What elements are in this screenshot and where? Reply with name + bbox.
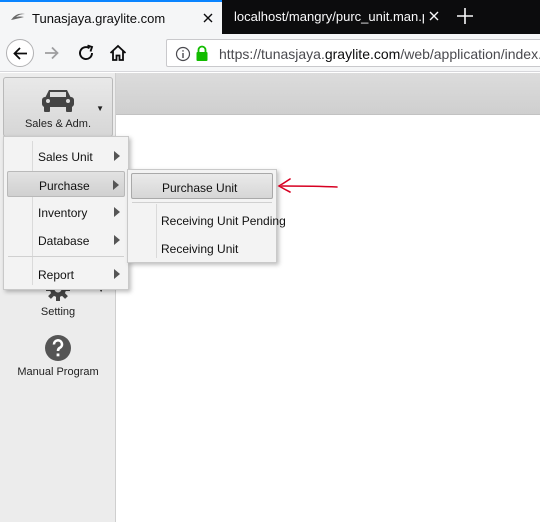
tab-localhost[interactable]: localhost/mangry/purc_unit.man.p bbox=[224, 0, 448, 34]
menu-separator bbox=[132, 202, 272, 203]
address-bar[interactable]: https://tunasjaya.graylite.com/web/appli… bbox=[166, 39, 540, 67]
chevron-right-icon bbox=[114, 151, 120, 161]
submenu-item-receiving-unit-pending[interactable]: Receiving Unit Pending bbox=[131, 207, 286, 233]
annotation-arrow-icon bbox=[277, 178, 338, 193]
back-arrow-icon[interactable] bbox=[6, 39, 34, 67]
menu-item-label: Database bbox=[38, 234, 90, 248]
menu-item-label: Inventory bbox=[38, 206, 88, 220]
chevron-right-icon bbox=[114, 235, 120, 245]
menu-item-label: Report bbox=[38, 268, 75, 282]
app-header-strip bbox=[116, 73, 540, 115]
forward-arrow-icon[interactable] bbox=[38, 39, 66, 67]
menu-item-label: Receiving Unit Pending bbox=[161, 214, 286, 228]
tab-title: Tunasjaya.graylite.com bbox=[32, 11, 166, 26]
menu-item-report[interactable]: Report bbox=[7, 261, 125, 287]
close-tab-icon[interactable] bbox=[200, 10, 216, 26]
menu-item-label: Purchase Unit bbox=[162, 181, 238, 195]
help-icon bbox=[45, 335, 71, 361]
module-label: Sales & Adm. bbox=[24, 118, 92, 130]
menu-separator bbox=[8, 256, 124, 257]
home-icon[interactable] bbox=[104, 39, 132, 67]
submenu-item-purchase-unit[interactable]: Purchase Unit bbox=[131, 173, 273, 199]
menu-item-label: Sales Unit bbox=[38, 150, 93, 164]
chevron-down-icon: ▼ bbox=[96, 104, 104, 113]
car-icon bbox=[42, 90, 74, 112]
purchase-submenu: Purchase Unit Receiving Unit Pending Rec… bbox=[127, 169, 286, 263]
chevron-right-icon bbox=[114, 269, 120, 279]
module-manual-program[interactable]: Manual Program bbox=[3, 334, 113, 394]
tab-strip: Tunasjaya.graylite.com localhost/mangry/… bbox=[0, 0, 540, 34]
url-domain: graylite.com bbox=[324, 46, 401, 62]
site-info-icon[interactable] bbox=[175, 46, 191, 62]
module-label: Manual Program bbox=[17, 366, 99, 378]
menu-item-label: Receiving Unit bbox=[161, 242, 239, 256]
url-prefix: https://tunasjaya. bbox=[219, 46, 325, 62]
reload-icon[interactable] bbox=[72, 39, 100, 67]
app-area: Sales & Adm. ▼ Setting ▼ bbox=[0, 73, 540, 522]
tab-title: localhost/mangry/purc_unit.man.p bbox=[234, 9, 424, 24]
tab-tunasjaya[interactable]: Tunasjaya.graylite.com bbox=[0, 0, 222, 34]
submenu-item-receiving-unit[interactable]: Receiving Unit bbox=[131, 235, 273, 261]
menu-item-purchase[interactable]: Purchase bbox=[7, 171, 125, 197]
menu-item-label: Purchase bbox=[39, 179, 90, 193]
url-path: /web/application/index. bbox=[400, 46, 540, 62]
menu-item-sales-unit[interactable]: Sales Unit bbox=[7, 143, 125, 169]
url-text: https://tunasjaya.graylite.com/web/appli… bbox=[219, 46, 540, 62]
module-sales-adm[interactable]: Sales & Adm. ▼ bbox=[3, 77, 113, 137]
site-favicon-icon bbox=[10, 11, 26, 23]
menu-item-inventory[interactable]: Inventory bbox=[7, 199, 125, 225]
new-tab-icon[interactable] bbox=[452, 3, 478, 29]
navigation-toolbar: https://tunasjaya.graylite.com/web/appli… bbox=[0, 34, 540, 72]
chevron-right-icon bbox=[114, 207, 120, 217]
lock-icon bbox=[195, 45, 209, 62]
close-tab-icon[interactable] bbox=[426, 8, 442, 24]
menu-item-database[interactable]: Database bbox=[7, 227, 125, 253]
sales-adm-menu: Sales Unit Purchase Inventory Database R… bbox=[3, 136, 129, 290]
chevron-right-icon bbox=[113, 180, 119, 190]
module-label: Setting bbox=[40, 306, 76, 318]
